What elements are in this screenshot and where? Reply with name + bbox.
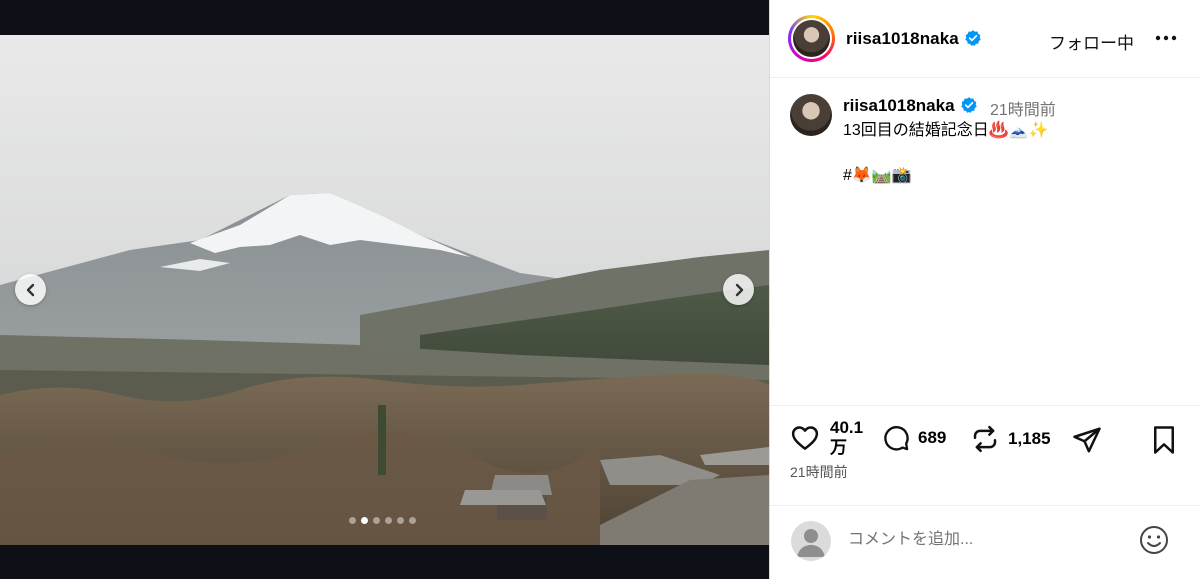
repost-button[interactable]: 1,185	[970, 424, 1051, 454]
author-avatar-story-ring[interactable]	[788, 15, 835, 62]
chevron-right-icon	[735, 283, 743, 296]
previous-slide-button[interactable]	[15, 274, 46, 305]
comment-input[interactable]	[848, 526, 1128, 554]
comment-count: 689	[918, 428, 947, 447]
carousel-dot	[349, 517, 356, 524]
next-slide-button[interactable]	[723, 274, 754, 305]
comment-button[interactable]: 689	[882, 424, 946, 452]
caption-author-avatar[interactable]	[790, 94, 832, 136]
save-button[interactable]	[1151, 425, 1177, 455]
media-viewer	[0, 0, 769, 579]
caption-username-link[interactable]: riisa1018naka	[843, 96, 978, 116]
current-user-avatar	[791, 521, 831, 561]
comment-bubble-icon	[884, 426, 909, 451]
verified-badge-icon	[960, 97, 977, 113]
default-avatar-icon	[797, 529, 825, 557]
author-username-link[interactable]: riisa1018naka	[846, 29, 982, 49]
comment-composer	[770, 505, 1200, 579]
avatar	[793, 20, 830, 57]
caption-text: 13回目の結婚記念日♨️🗻✨	[843, 122, 1049, 139]
heart-icon	[791, 426, 819, 450]
carousel-dot	[385, 517, 392, 524]
verified-badge-icon	[965, 30, 981, 46]
mountain-landscape-image	[0, 35, 769, 545]
chevron-left-icon	[26, 283, 34, 296]
username-text: riisa1018naka	[846, 29, 959, 48]
more-options-button[interactable]	[1153, 28, 1179, 48]
more-options-icon	[1155, 35, 1177, 41]
post-details-panel: riisa1018naka フォロー中 riisa1018naka 21時間前 …	[769, 0, 1200, 579]
carousel-indicator	[349, 517, 416, 524]
post-timestamp[interactable]: 21時間前	[790, 462, 848, 482]
carousel-dot	[409, 517, 416, 524]
carousel-dot	[361, 517, 368, 524]
carousel-dot	[397, 517, 404, 524]
post-photo	[0, 35, 769, 545]
repost-icon	[973, 425, 997, 453]
share-button[interactable]	[1072, 425, 1102, 455]
post-header: riisa1018naka フォロー中	[770, 0, 1200, 78]
post-actions: 40.1万 689 1,185 21時間前	[770, 405, 1200, 505]
caption-username-text: riisa1018naka	[843, 96, 955, 115]
carousel-dot	[373, 517, 380, 524]
like-button[interactable]: 40.1万	[790, 418, 863, 458]
like-count[interactable]: 40.1万	[830, 418, 863, 458]
bookmark-icon	[1154, 426, 1174, 454]
caption-timestamp[interactable]: 21時間前	[990, 96, 1056, 120]
send-icon	[1073, 427, 1101, 453]
following-button[interactable]: フォロー中	[1049, 29, 1134, 54]
emoji-icon	[1140, 526, 1168, 554]
emoji-picker-button[interactable]	[1138, 524, 1170, 556]
caption-hashtags[interactable]: #🦊🛤️📸	[843, 165, 912, 185]
repost-count: 1,185	[1008, 429, 1051, 448]
